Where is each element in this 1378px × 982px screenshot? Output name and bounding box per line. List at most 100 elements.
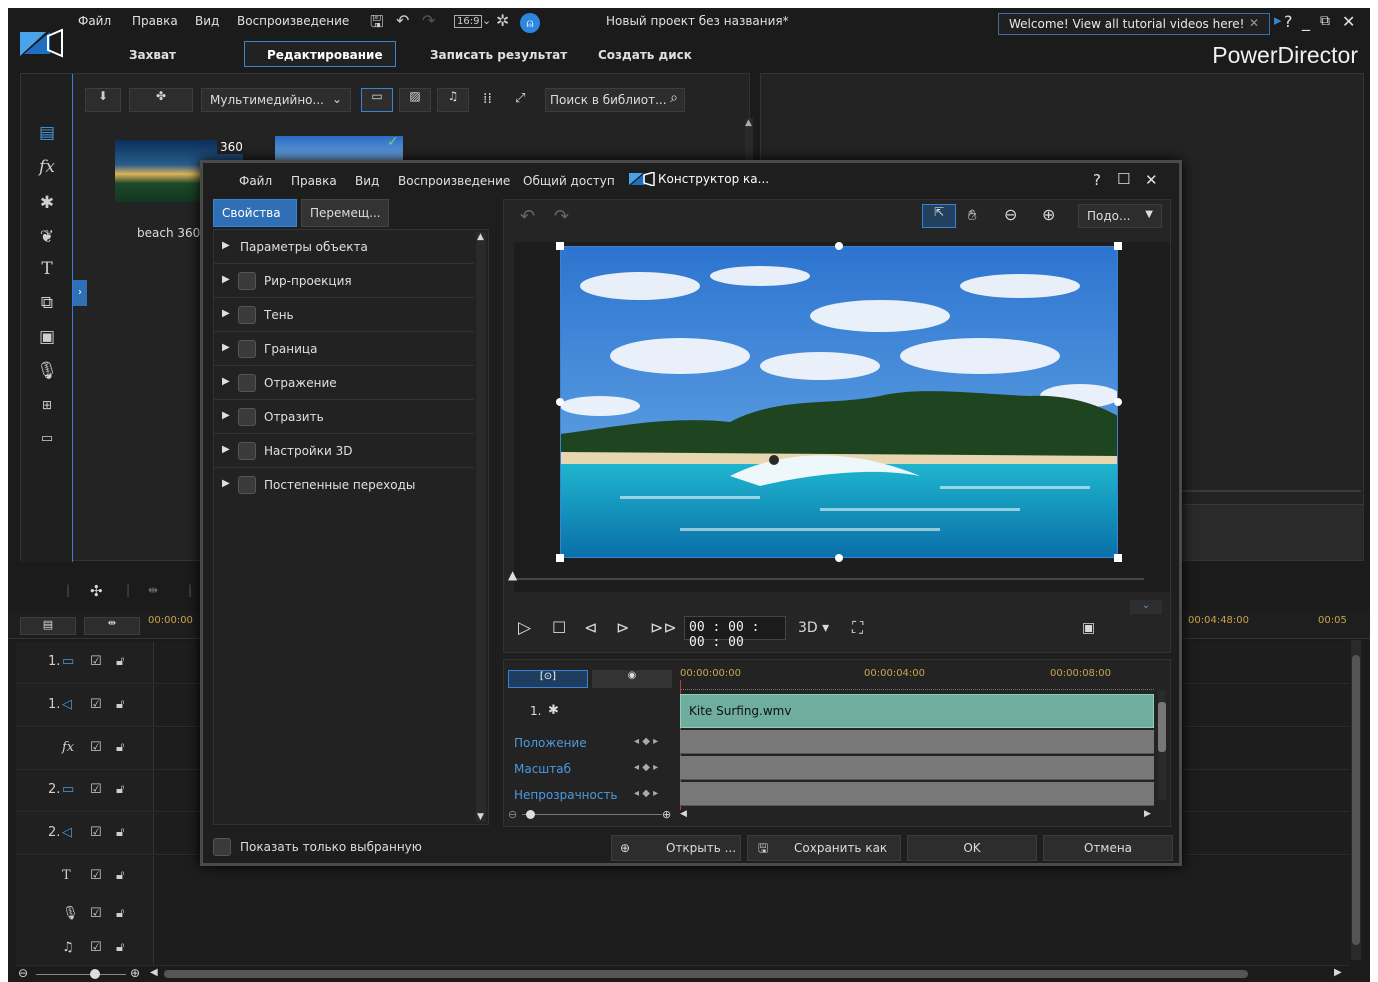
library-search-input[interactable]: Поиск в библиот... ⌕ <box>545 88 685 112</box>
timeline-vertical-scrollbar[interactable] <box>1351 640 1361 960</box>
property-checkbox[interactable] <box>238 374 256 392</box>
dialog-close-button[interactable]: ✕ <box>1145 171 1158 189</box>
track-enable-checkbox[interactable]: ☑ <box>90 868 102 883</box>
property-checkbox[interactable] <box>238 442 256 460</box>
zoom-out-icon[interactable]: ⊖ <box>1004 205 1017 224</box>
kf-scrollbar[interactable] <box>1158 690 1166 800</box>
property-row[interactable]: ▶ Отражение <box>214 366 474 400</box>
grid-view-icon[interactable]: ⁞⁞ <box>483 91 492 107</box>
expand-arrow-icon[interactable]: ▶ <box>222 376 230 387</box>
expand-arrow-icon[interactable]: ▶ <box>222 478 230 489</box>
3d-mode-select[interactable]: 3D ▾ <box>798 620 829 636</box>
resize-handle[interactable] <box>1114 554 1122 562</box>
property-checkbox[interactable] <box>238 272 256 290</box>
zoom-out-icon[interactable]: ⊖ <box>508 808 517 821</box>
save-icon[interactable]: 🖫 <box>370 11 384 38</box>
resize-handle[interactable] <box>1114 398 1122 406</box>
chevron-down-icon[interactable]: ⌄ <box>482 14 491 27</box>
magic-tools-icon[interactable]: ✣ <box>90 582 103 600</box>
zoom-in-icon[interactable]: ⊕ <box>662 808 671 821</box>
fullscreen-icon[interactable]: ⤢ <box>515 91 525 106</box>
scroll-right-icon[interactable]: ▶ <box>1144 809 1151 819</box>
filter-video-button[interactable]: ▭ <box>361 88 393 112</box>
timeline-view-button[interactable]: ▤ <box>20 617 76 635</box>
close-window-button[interactable]: ✕ <box>1342 12 1355 31</box>
menu-playback[interactable]: Воспроизведение <box>237 14 349 28</box>
filter-audio-button[interactable]: ♫ <box>437 88 469 112</box>
open-button[interactable]: ⊕ Открыть ... <box>611 835 741 861</box>
fit-select[interactable]: Подо... ▼ <box>1078 204 1162 228</box>
zoom-in-icon[interactable]: ⊕ <box>130 966 140 980</box>
kf-attribute-row[interactable]: Непрозрачность ◂ ◆ ▸ <box>504 782 678 807</box>
keyframe-nav-icon[interactable]: ◂ ◆ ▸ <box>634 736 658 747</box>
track-enable-checkbox[interactable]: ☑ <box>90 906 102 921</box>
scroll-left-icon[interactable]: ◀ <box>150 967 158 978</box>
clock-view-button[interactable]: ◉ <box>592 670 672 688</box>
plugin-button[interactable]: ✤ <box>129 88 193 112</box>
show-selected-checkbox[interactable] <box>213 838 231 856</box>
transition-room-icon[interactable]: ⧉ <box>35 292 59 314</box>
kf-attribute-bar[interactable] <box>680 782 1154 806</box>
minimize-button[interactable]: _ <box>1302 12 1310 31</box>
storyboard-view-button[interactable]: ⇹ <box>84 617 140 635</box>
menu-edit[interactable]: Правка <box>132 14 178 28</box>
property-row[interactable]: ▶ Граница <box>214 332 474 366</box>
expand-arrow-icon[interactable]: ▶ <box>222 274 230 285</box>
tab-properties[interactable]: Свойства <box>213 199 297 227</box>
split-icon[interactable]: ⇹ <box>148 583 158 597</box>
kf-attribute-bar[interactable] <box>680 756 1154 780</box>
properties-scrollbar[interactable]: ▲ ▼ <box>476 232 486 822</box>
zoom-in-icon[interactable]: ⊕ <box>1042 205 1055 224</box>
fx-room-icon[interactable]: fx <box>35 156 59 178</box>
preview-scrub-line[interactable] <box>1181 490 1361 492</box>
keyframe-nav-icon[interactable]: ◂ ◆ ▸ <box>634 762 658 773</box>
resize-handle[interactable] <box>835 242 843 250</box>
import-button[interactable]: ⬇ <box>85 88 121 112</box>
property-row[interactable]: ▶ Параметры объекта <box>214 230 474 264</box>
lock-icon[interactable]: 🔓︎ <box>116 654 124 669</box>
scroll-up-icon[interactable]: ▲ <box>477 232 484 242</box>
undo-icon[interactable]: ↶ <box>396 11 409 30</box>
dialog-maximize-button[interactable]: ☐ <box>1117 170 1130 188</box>
kf-zoom-knob[interactable] <box>526 810 535 819</box>
filter-image-button[interactable]: ▨ <box>399 88 431 112</box>
resize-handle[interactable] <box>556 398 564 406</box>
media-room-icon[interactable]: ▤ <box>35 122 59 144</box>
kf-zoom-slider[interactable] <box>522 814 662 815</box>
dialog-menu-playback[interactable]: Воспроизведение <box>398 174 510 188</box>
chapter-room-icon[interactable]: ⊞ <box>35 394 59 416</box>
expand-arrow-icon[interactable]: ▶ <box>222 444 230 455</box>
dialog-help-button[interactable]: ? <box>1093 171 1101 189</box>
particle-room-icon[interactable]: ❦ <box>35 226 59 248</box>
resize-handle[interactable] <box>1114 242 1122 250</box>
close-icon[interactable]: ✕ <box>1249 16 1259 30</box>
property-checkbox[interactable] <box>238 340 256 358</box>
expand-arrow-icon[interactable]: ▶ <box>222 240 230 251</box>
resize-handle[interactable] <box>556 554 564 562</box>
gear-icon[interactable]: ✲ <box>496 11 509 30</box>
expand-panel-button[interactable]: › <box>73 280 87 306</box>
scroll-thumb[interactable] <box>1158 702 1166 752</box>
property-row[interactable]: ▶ Рир-проекция <box>214 264 474 298</box>
title-room-icon[interactable]: T <box>35 258 59 280</box>
resize-handle[interactable] <box>835 554 843 562</box>
redo-icon[interactable]: ↷ <box>554 206 569 227</box>
expand-arrow-icon[interactable]: ▶ <box>222 342 230 353</box>
mic-room-icon[interactable]: 🎙 <box>35 360 59 382</box>
track-enable-checkbox[interactable]: ☑ <box>90 654 102 669</box>
property-row[interactable]: ▶ Постепенные переходы <box>214 468 474 502</box>
lock-icon[interactable]: 🔓︎ <box>116 782 124 797</box>
menu-view[interactable]: Вид <box>195 14 219 28</box>
save-as-button[interactable]: 🖫 Сохранить как <box>747 835 901 861</box>
menu-room-icon[interactable]: ▣ <box>35 326 59 348</box>
stop-icon[interactable]: ☐ <box>552 618 566 637</box>
collapse-panel-button[interactable]: ⌄ <box>1130 600 1162 614</box>
restore-button[interactable]: ⧉ <box>1320 13 1330 29</box>
ok-button[interactable]: OK <box>907 835 1037 861</box>
preview-timeline-slider[interactable] <box>514 578 1144 580</box>
resize-handle[interactable] <box>556 242 564 250</box>
dialog-menu-view[interactable]: Вид <box>355 174 379 188</box>
cancel-button[interactable]: Отмена <box>1043 835 1173 861</box>
previous-frame-icon[interactable]: ⊲ <box>584 618 597 637</box>
kf-attribute-row[interactable]: Масштаб ◂ ◆ ▸ <box>504 756 678 781</box>
